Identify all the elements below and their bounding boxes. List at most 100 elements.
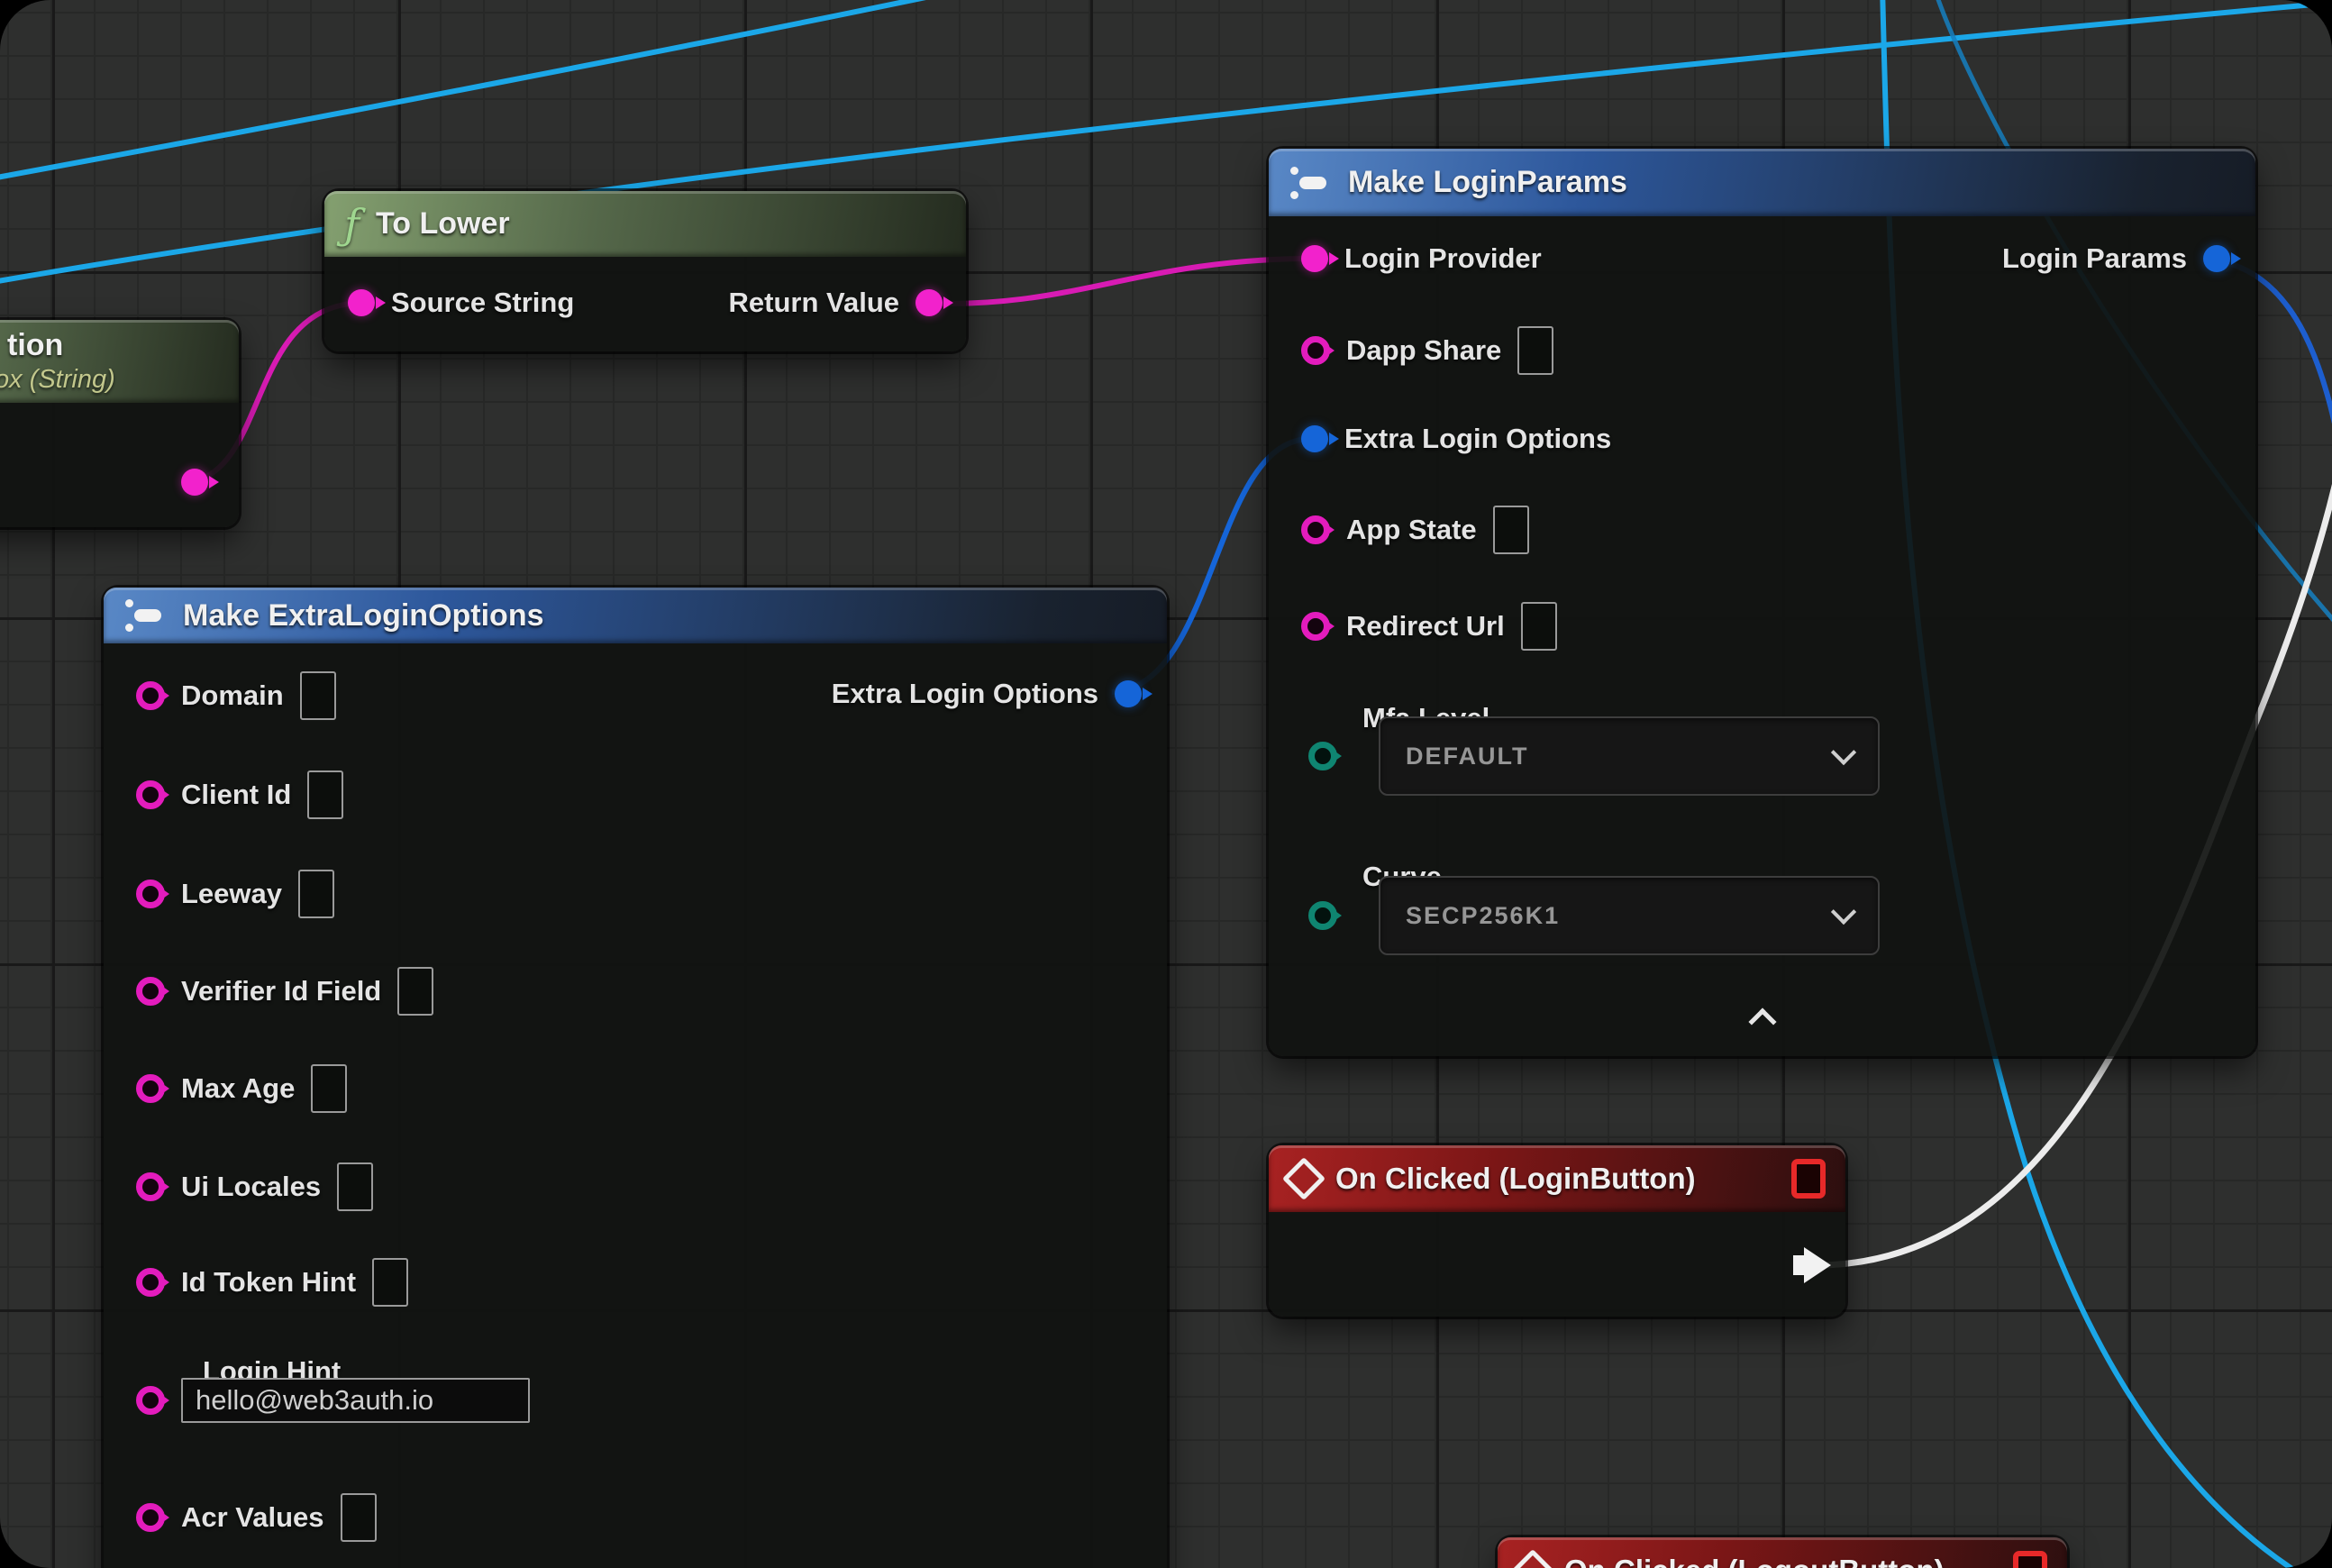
exec-pin-arrow-icon — [1804, 1247, 1831, 1283]
node-title: To Lower — [376, 206, 510, 242]
pin-label: Verifier Id Field — [181, 975, 381, 1007]
string-input-pin[interactable] — [136, 1268, 165, 1297]
verifier-id-field-value-input[interactable] — [397, 967, 433, 1016]
pin-label: Source String — [391, 287, 574, 319]
string-input-pin[interactable] — [136, 1074, 165, 1103]
node-on-clicked-logoutbutton[interactable]: On Clicked (LogoutButton) — [1498, 1537, 2067, 1568]
struct-output-pin[interactable] — [1115, 680, 1142, 707]
pin-label: Client Id — [181, 779, 291, 811]
node-on-clicked-loginbutton[interactable]: On Clicked (LoginButton) — [1269, 1145, 1845, 1317]
wire-string-tolower-to-loginprovider[interactable] — [915, 259, 1308, 304]
pin-label: Leeway — [181, 878, 282, 910]
pin-row-source-string: Source String — [348, 278, 574, 328]
pin-row-dapp-share: Dapp Share — [1301, 325, 1553, 376]
struct-output-pin[interactable] — [2203, 245, 2230, 272]
function-f-icon: ƒ — [344, 204, 360, 245]
pin-row-ui-locales: Ui Locales — [136, 1162, 373, 1212]
pin-row-extra-login-options-in: Extra Login Options — [1301, 414, 1611, 464]
string-output-pin[interactable] — [915, 289, 943, 316]
acr-values-value-input[interactable] — [341, 1493, 377, 1542]
node-on-clicked-logoutbutton-header[interactable]: On Clicked (LogoutButton) — [1498, 1537, 2067, 1568]
string-input-pin[interactable] — [1301, 245, 1328, 272]
make-struct-icon — [123, 597, 167, 634]
dapp-share-value-input[interactable] — [1517, 326, 1553, 375]
pin-row-return-value — [165, 457, 208, 507]
node-title: tion — [7, 328, 63, 363]
node-title: Make ExtraLoginOptions — [183, 598, 544, 634]
id-token-hint-value-input[interactable] — [372, 1258, 408, 1307]
pin-row-extra-login-options-out: Extra Login Options — [832, 669, 1142, 719]
node-partial-header[interactable]: tion ox (String) — [0, 320, 239, 403]
pin-label: Domain — [181, 679, 284, 712]
pin-label: App State — [1346, 514, 1477, 546]
exec-output-pin[interactable] — [1793, 1247, 1831, 1283]
pin-row-verifier-id-field: Verifier Id Field — [136, 966, 433, 1016]
node-title: On Clicked (LoginButton) — [1335, 1162, 1696, 1196]
pin-row-client-id: Client Id — [136, 770, 343, 820]
enum-input-pin[interactable] — [1308, 901, 1337, 930]
curve-dropdown[interactable]: SECP256K1 — [1379, 876, 1880, 955]
struct-input-pin[interactable] — [1301, 425, 1328, 452]
max-age-value-input[interactable] — [311, 1064, 347, 1113]
node-subtitle: ox (String) — [0, 365, 115, 395]
pin-label: Login Params — [2002, 242, 2187, 275]
blueprint-editor-screen: tion ox (String) ƒ To Lower Source Strin… — [0, 0, 2332, 1568]
pin-label: Login Provider — [1344, 242, 1542, 275]
pin-label: Dapp Share — [1346, 334, 1501, 367]
string-input-pin[interactable] — [348, 289, 375, 316]
pin-label: Redirect Url — [1346, 610, 1505, 643]
app-state-value-input[interactable] — [1493, 506, 1529, 554]
string-input-pin[interactable] — [136, 1386, 165, 1415]
make-struct-icon — [1289, 165, 1332, 201]
pin-row-login-hint: hello@web3auth.io — [136, 1375, 530, 1426]
pin-row-login-params-out: Login Params — [2002, 233, 2230, 284]
event-binding-icon[interactable] — [2013, 1551, 2047, 1568]
pin-row-domain: Domain — [136, 670, 336, 721]
node-partial-function[interactable]: tion ox (String) — [0, 320, 239, 527]
event-binding-icon[interactable] — [1791, 1159, 1826, 1199]
node-make-extraloginoptions[interactable]: Make ExtraLoginOptions Extra Login Optio… — [104, 588, 1167, 1568]
domain-value-input[interactable] — [300, 671, 336, 720]
redirect-url-value-input[interactable] — [1521, 602, 1557, 651]
client-id-value-input[interactable] — [307, 770, 343, 819]
node-make-extraloginoptions-header[interactable]: Make ExtraLoginOptions — [104, 588, 1167, 643]
exec-pin-stub — [1793, 1255, 1804, 1275]
string-input-pin[interactable] — [1301, 336, 1330, 365]
node-to-lower[interactable]: ƒ To Lower Source String Return Value — [324, 191, 966, 351]
string-output-pin[interactable] — [181, 469, 208, 496]
pin-row-login-provider: Login Provider — [1301, 233, 1542, 284]
pin-label: Id Token Hint — [181, 1266, 356, 1299]
enum-input-pin[interactable] — [1308, 742, 1337, 770]
string-input-pin[interactable] — [136, 780, 165, 809]
wire-cyan-topleft[interactable] — [0, 0, 978, 180]
chevron-down-icon — [1831, 740, 1856, 765]
chevron-down-icon — [1831, 899, 1856, 925]
pin-row-id-token-hint: Id Token Hint — [136, 1257, 408, 1308]
string-input-pin[interactable] — [1301, 515, 1330, 544]
mfa-level-value: DEFAULT — [1406, 743, 1529, 770]
node-title: On Clicked (LogoutButton) — [1564, 1554, 1945, 1568]
string-input-pin[interactable] — [136, 681, 165, 710]
node-to-lower-header[interactable]: ƒ To Lower — [324, 191, 966, 257]
event-diamond-icon — [1511, 1549, 1554, 1568]
string-input-pin[interactable] — [1301, 612, 1330, 641]
string-input-pin[interactable] — [136, 880, 165, 908]
string-input-pin[interactable] — [136, 1172, 165, 1201]
string-input-pin[interactable] — [136, 977, 165, 1006]
pin-row-redirect-url: Redirect Url — [1301, 601, 1557, 652]
node-on-clicked-loginbutton-header[interactable]: On Clicked (LoginButton) — [1269, 1145, 1845, 1212]
pin-label: Ui Locales — [181, 1171, 321, 1203]
blueprint-graph-canvas[interactable]: tion ox (String) ƒ To Lower Source Strin… — [0, 0, 2332, 1568]
ui-locales-value-input[interactable] — [337, 1162, 373, 1211]
node-make-loginparams-header[interactable]: Make LoginParams — [1269, 149, 2255, 216]
pin-label: Max Age — [181, 1072, 295, 1105]
curve-value: SECP256K1 — [1406, 902, 1560, 930]
login-hint-value-input[interactable]: hello@web3auth.io — [181, 1378, 530, 1423]
pin-label: Extra Login Options — [1344, 423, 1611, 455]
collapse-node-chevron-icon[interactable] — [1748, 1007, 1776, 1035]
node-make-loginparams[interactable]: Make LoginParams Login Provider Login Pa… — [1269, 149, 2255, 1056]
mfa-level-dropdown[interactable]: DEFAULT — [1379, 716, 1880, 796]
string-input-pin[interactable] — [136, 1503, 165, 1532]
leeway-value-input[interactable] — [298, 870, 334, 918]
pin-row-acr-values: Acr Values — [136, 1492, 377, 1543]
